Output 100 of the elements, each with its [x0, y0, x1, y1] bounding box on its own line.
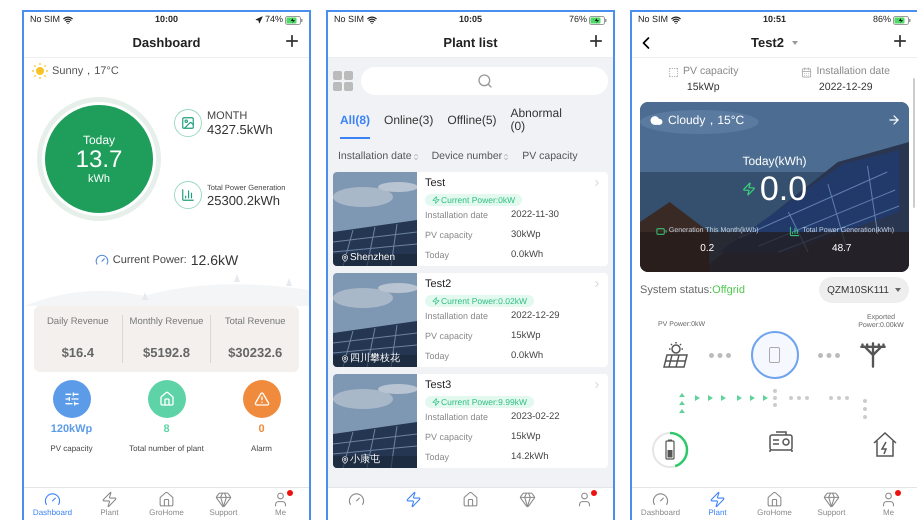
sort-button[interactable]: Device number	[432, 149, 510, 165]
battery-percent: 76%	[568, 13, 587, 26]
battery-icon	[656, 226, 667, 237]
today-value: 0.0	[760, 170, 808, 208]
battery-percent: 74%	[264, 13, 283, 26]
plant-card[interactable]: Shenzhen Test Current Power:0kW Installation date 2022-11-30 PV capacity 30kWp Today 0.0kWh	[333, 172, 608, 266]
field-value: 2023-02-22	[511, 410, 560, 424]
revenue-value: $30232.6	[228, 344, 282, 362]
today-label: Today	[82, 132, 116, 146]
current-power-value: 12.6kW	[190, 250, 238, 270]
add-button[interactable]: +	[588, 29, 603, 55]
tab-bar-item[interactable]: Support	[198, 491, 248, 518]
current-power-text: Current Power:0.02kW	[441, 294, 527, 306]
field-value: 0.0kWh	[511, 349, 544, 364]
screen-title: Test2	[751, 34, 784, 52]
revenue-label: Monthly Revenue	[130, 315, 204, 330]
sort-button[interactable]: Installation date	[338, 149, 420, 165]
arrow-right-icon[interactable]	[887, 113, 901, 127]
today-label: Today(kWh)	[741, 153, 808, 170]
caret-icon	[895, 288, 901, 292]
tab-bar-item[interactable]: Me	[256, 491, 306, 518]
user-icon	[576, 491, 593, 508]
location-pin-icon	[341, 254, 349, 262]
gem-icon	[215, 491, 232, 508]
clock-time: 10:00	[154, 13, 178, 26]
current-power-text: Current Power:0kW	[441, 194, 516, 206]
battery-percent: 86%	[872, 13, 891, 26]
summary-value: 8	[163, 422, 170, 436]
summary-label: PV capacity	[50, 444, 93, 454]
field-label: PV capacity	[425, 430, 474, 444]
tab-bar-item[interactable]: GroHome	[750, 491, 800, 518]
field-label: Installation date	[425, 410, 490, 424]
stat-value: 0.2	[700, 242, 714, 256]
plant-name: Test2	[425, 277, 452, 292]
stat-value: 25300.2kWh	[207, 192, 281, 208]
field-value: 2022-11-30	[511, 208, 559, 222]
carrier-label: No SIM	[334, 13, 364, 26]
transmission-tower-icon	[859, 341, 887, 369]
field-label: PV capacity	[425, 228, 474, 242]
user-icon	[880, 491, 897, 508]
tab-bar-item[interactable]: Dashboard	[636, 491, 686, 518]
gauge-icon	[652, 491, 669, 508]
generator-icon	[768, 430, 794, 454]
tab-bar-item[interactable]: Plant	[692, 491, 742, 518]
weather-text: Cloudy，15°C	[668, 112, 744, 129]
tab-bar-item[interactable]: Support	[806, 491, 856, 518]
revenue-label: Daily Revenue	[46, 315, 109, 330]
inverter-icon	[750, 331, 798, 379]
filter-tab[interactable]: Online(3)	[384, 103, 434, 139]
current-power-label: Current Power:	[112, 252, 187, 268]
tab-bar-item[interactable]: GroHome	[142, 491, 192, 518]
add-button[interactable]: +	[284, 29, 299, 55]
field-value: 30kWp	[511, 228, 541, 242]
device-dropdown[interactable]: QZM10SK111	[819, 277, 909, 303]
field-value: 15kWp	[511, 329, 541, 344]
tab-bar-item[interactable]: Dashboard	[28, 491, 78, 518]
house-bolt-icon	[871, 430, 899, 458]
revenue-label: Total Revenue	[224, 315, 286, 330]
bolt-icon	[432, 398, 440, 406]
dropdown-caret-icon[interactable]	[792, 40, 798, 44]
add-button[interactable]: +	[892, 29, 907, 55]
tab-bar-item[interactable]: Me	[864, 491, 914, 518]
bolt-icon	[432, 196, 440, 204]
plant-card[interactable]: 四川攀枝花 Test2 Current Power:0.02kW Installation date 2022-12-29 PV capacity 15kWp Today 0.0kWh	[333, 273, 608, 367]
weather-text: Sunny，17°C	[52, 64, 119, 79]
summary-value: 120kWp	[50, 422, 92, 436]
flow-dots-icon	[709, 352, 732, 358]
stat-value: 4327.5kWh	[207, 122, 273, 136]
carrier-label: No SIM	[638, 13, 668, 26]
battery-icon	[589, 16, 607, 24]
carrier-label: No SIM	[30, 13, 60, 26]
filter-tab[interactable]: Offline(5)	[447, 103, 496, 139]
clock-time: 10:05	[458, 13, 482, 26]
bolt-icon	[709, 491, 726, 508]
house-icon	[462, 491, 479, 508]
clock-time: 10:51	[762, 13, 786, 26]
field-value: 14.2kWh	[511, 450, 548, 464]
summary-value: 0	[258, 422, 265, 436]
house-icon	[766, 491, 783, 508]
filter-tab[interactable]: Abnormal(0)	[510, 103, 568, 139]
plant-location: 四川攀枝花	[350, 353, 400, 365]
wifi-icon	[367, 15, 378, 25]
bolt-icon	[742, 182, 756, 196]
bolt-icon	[432, 296, 440, 304]
info-value: 2022-12-29	[818, 80, 873, 95]
sort-button[interactable]: PV capacity	[522, 149, 578, 165]
battery-icon	[893, 16, 911, 24]
plant-location: Shenzhen	[350, 252, 396, 264]
flow-dots-icon	[818, 352, 840, 358]
search-field[interactable]	[361, 67, 608, 95]
field-label: PV capacity	[425, 330, 474, 343]
field-value: 15kWp	[511, 430, 541, 444]
user-icon	[272, 491, 289, 508]
field-value: 0.0kWh	[511, 248, 544, 262]
house-icon	[158, 491, 175, 508]
panel-icon	[668, 66, 680, 78]
plant-card[interactable]: 小康屯 Test3 Current Power:9.99kW Installation date 2023-02-22 PV capacity 15kWp Today 14.2kWh	[333, 374, 608, 468]
sort-icon	[502, 153, 510, 161]
plant-name: Test	[425, 176, 446, 191]
tab-bar-item[interactable]: Plant	[84, 491, 134, 518]
